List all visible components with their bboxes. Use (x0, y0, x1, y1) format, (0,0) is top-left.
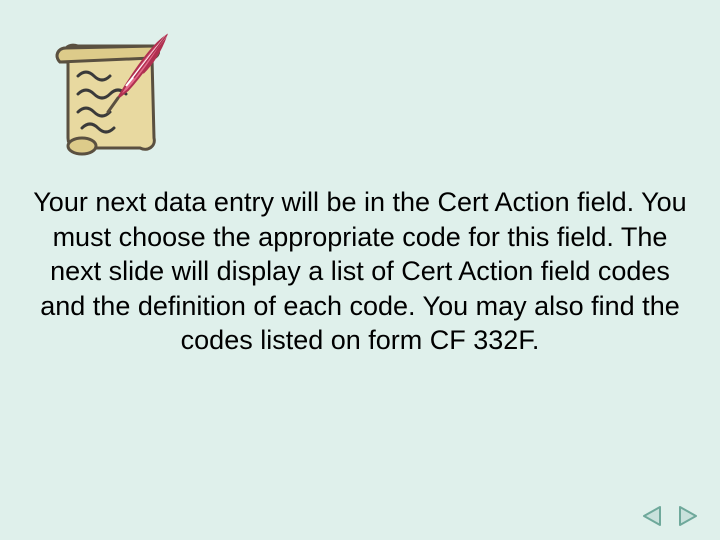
slide-body-text: Your next data entry will be in the Cert… (25, 185, 695, 358)
slide-nav (638, 504, 702, 528)
next-slide-button[interactable] (674, 504, 702, 528)
scroll-quill-icon (48, 28, 168, 168)
prev-slide-button[interactable] (638, 504, 666, 528)
triangle-left-icon (640, 504, 664, 528)
triangle-right-icon (676, 504, 700, 528)
